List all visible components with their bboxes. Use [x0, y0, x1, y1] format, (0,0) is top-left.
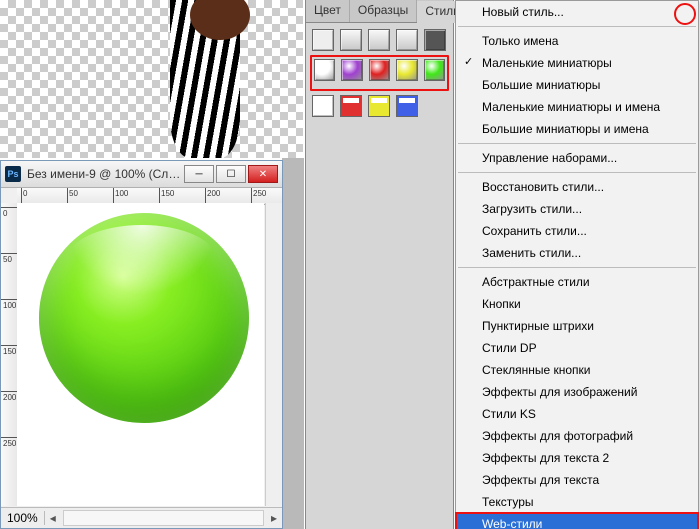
highlight-annotation — [310, 55, 449, 91]
scrollbar-vertical[interactable] — [265, 203, 282, 506]
menu-save-styles[interactable]: Сохранить стили... — [456, 220, 698, 242]
tab-swatches[interactable]: Образцы — [350, 0, 417, 22]
menu-large-list[interactable]: Большие миниатюры и имена — [456, 118, 698, 140]
style-swatch[interactable] — [368, 95, 390, 117]
style-swatch[interactable] — [312, 95, 334, 117]
panel-tabs: Цвет Образцы Стили — [306, 0, 453, 23]
menu-set-dp[interactable]: Стили DP — [456, 337, 698, 359]
menu-set-text2-fx[interactable]: Эффекты для текста 2 — [456, 447, 698, 469]
app-icon: Ps — [5, 166, 21, 182]
zoom-field[interactable]: 100% — [1, 511, 45, 525]
style-swatch[interactable] — [312, 29, 334, 51]
menu-small-list[interactable]: Маленькие миниатюры и имена — [456, 96, 698, 118]
menu-set-dashed[interactable]: Пунктирные штрихи — [456, 315, 698, 337]
style-swatch[interactable] — [396, 29, 418, 51]
scroll-right-button[interactable]: ▸ — [266, 511, 282, 525]
menu-set-photo-fx[interactable]: Эффекты для фотографий — [456, 425, 698, 447]
menu-separator — [458, 26, 696, 27]
style-swatch[interactable] — [424, 59, 445, 81]
style-swatches — [306, 23, 453, 129]
menu-set-glass[interactable]: Стеклянные кнопки — [456, 359, 698, 381]
minimize-button[interactable]: ─ — [184, 165, 214, 183]
scrollbar-horizontal[interactable] — [63, 510, 264, 526]
styles-panel: Цвет Образцы Стили — [305, 0, 454, 529]
maximize-button[interactable]: ☐ — [216, 165, 246, 183]
menu-set-text-fx[interactable]: Эффекты для текста — [456, 469, 698, 491]
menu-small-thumbs[interactable]: Маленькие миниатюры — [456, 52, 698, 74]
menu-set-img-fx[interactable]: Эффекты для изображений — [456, 381, 698, 403]
document-window: Ps Без имени-9 @ 100% (Слой 1,... ─ ☐ ✕ … — [0, 160, 283, 529]
menu-new-style[interactable]: Новый стиль... — [456, 1, 698, 23]
style-swatch[interactable] — [340, 95, 362, 117]
menu-set-ks[interactable]: Стили KS — [456, 403, 698, 425]
scroll-left-button[interactable]: ◂ — [45, 511, 61, 525]
menu-only-names[interactable]: Только имена — [456, 30, 698, 52]
menu-set-buttons[interactable]: Кнопки — [456, 293, 698, 315]
document-canvas[interactable] — [17, 203, 264, 506]
ruler-vertical[interactable]: 050100150200250 — [1, 203, 18, 506]
document-title: Без имени-9 @ 100% (Слой 1,... — [27, 167, 182, 181]
style-swatch[interactable] — [368, 29, 390, 51]
menu-set-textures[interactable]: Текстуры — [456, 491, 698, 513]
menu-set-abstract[interactable]: Абстрактные стили — [456, 271, 698, 293]
menu-separator — [458, 143, 696, 144]
style-swatch[interactable] — [314, 59, 335, 81]
style-swatch[interactable] — [369, 59, 390, 81]
menu-replace-styles[interactable]: Заменить стили... — [456, 242, 698, 264]
green-sphere-shape — [39, 213, 249, 423]
dock-strip — [282, 158, 304, 529]
menu-restore-styles[interactable]: Восстановить стили... — [456, 176, 698, 198]
menu-manage-sets[interactable]: Управление наборами... — [456, 147, 698, 169]
style-swatch[interactable] — [340, 29, 362, 51]
close-button[interactable]: ✕ — [248, 165, 278, 183]
style-swatch[interactable] — [396, 59, 417, 81]
photo-layer — [150, 0, 270, 158]
status-bar: 100% ◂ ▸ — [1, 507, 282, 528]
panel-flyout-menu: Новый стиль... Только имена Маленькие ми… — [455, 0, 699, 529]
menu-load-styles[interactable]: Загрузить стили... — [456, 198, 698, 220]
titlebar[interactable]: Ps Без имени-9 @ 100% (Слой 1,... ─ ☐ ✕ — [1, 161, 282, 188]
menu-separator — [458, 172, 696, 173]
menu-large-thumbs[interactable]: Большие миниатюры — [456, 74, 698, 96]
menu-separator — [458, 267, 696, 268]
tab-color[interactable]: Цвет — [306, 0, 350, 22]
menu-set-web[interactable]: Web-стили — [456, 513, 698, 529]
style-swatch[interactable] — [396, 95, 418, 117]
style-swatch[interactable] — [424, 29, 446, 51]
style-swatch[interactable] — [341, 59, 362, 81]
